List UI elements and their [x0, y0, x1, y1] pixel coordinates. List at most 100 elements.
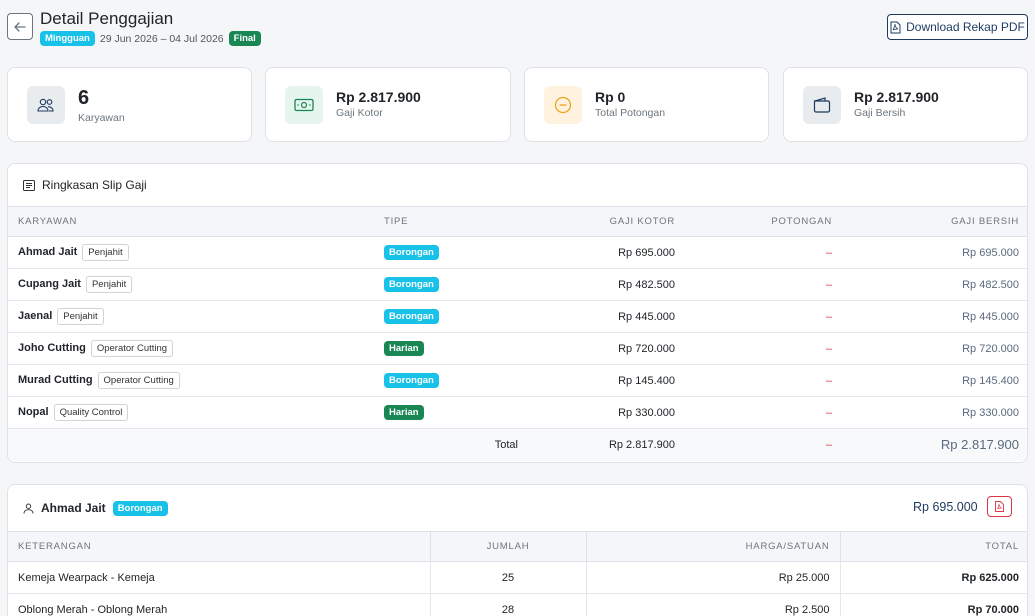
deduction-amount: –	[685, 364, 842, 397]
column-header: Jumlah	[429, 531, 586, 562]
net-amount: Rp 145.400	[842, 364, 1027, 397]
period-type-badge: Mingguan	[40, 31, 95, 46]
column-header: Total	[839, 531, 1027, 562]
item-total: Rp 625.000	[839, 561, 1027, 594]
column-header: Keterangan	[8, 531, 430, 562]
gross-amount: Rp 330.000	[528, 396, 685, 429]
type-badge: Borongan	[384, 245, 439, 260]
total-gross: Rp 2.817.900	[528, 428, 685, 461]
stat-card-net: Rp 2.817.900 Gaji Bersih	[783, 67, 1028, 142]
file-pdf-icon	[995, 501, 1004, 512]
period-range: 29 Jun 2026 – 04 Jul 2026	[99, 32, 224, 45]
stat-value: Rp 2.817.900	[854, 89, 939, 105]
gross-amount: Rp 145.400	[528, 364, 685, 397]
back-button[interactable]	[7, 13, 33, 40]
stat-card-employees: 6 Karyawan	[7, 67, 252, 142]
type-badge: Harian	[384, 405, 424, 420]
item-description: Oblong Merah - Oblong Merah	[8, 593, 430, 616]
employee-pdf-button[interactable]	[987, 496, 1012, 517]
detail-employee-name: Ahmad Jait	[41, 501, 106, 515]
summary-card-title: Ringkasan Slip Gaji	[42, 178, 147, 192]
net-amount: Rp 720.000	[842, 332, 1027, 365]
stat-label: Karyawan	[78, 112, 125, 124]
deduction-amount: –	[685, 236, 842, 269]
stat-value: 6	[78, 87, 90, 109]
deduction-amount: –	[685, 396, 842, 429]
arrow-left-icon	[14, 21, 26, 32]
item-quantity: 28	[429, 593, 586, 616]
person-icon	[23, 503, 34, 514]
download-pdf-label: Download Rekap PDF	[906, 20, 1025, 34]
table-row[interactable]: Joho Cutting Operator Cutting Harian Rp 7…	[8, 332, 1027, 365]
role-tag: Operator Cutting	[97, 372, 180, 389]
gross-amount: Rp 445.000	[528, 300, 685, 333]
net-amount: Rp 695.000	[842, 236, 1027, 269]
role-tag: Operator Cutting	[90, 340, 174, 357]
summary-card: Ringkasan Slip Gaji Karyawan Tipe Gaji K…	[7, 163, 1028, 463]
deduction-amount: –	[685, 300, 842, 333]
summary-card-header: Ringkasan Slip Gaji	[8, 164, 1027, 206]
period-info: Mingguan 29 Jun 2026 – 04 Jul 2026 Final	[40, 31, 261, 46]
summary-table-header: Karyawan Tipe Gaji Kotor Potongan Gaji B…	[8, 206, 1027, 237]
table-row[interactable]: Jaenal Penjahit Borongan Rp 445.000 – Rp …	[8, 300, 1027, 333]
type-badge: Borongan	[384, 277, 439, 292]
employee-name: Nopal	[18, 406, 49, 418]
table-row[interactable]: Cupang Jait Penjahit Borongan Rp 482.500 …	[8, 268, 1027, 301]
stat-value: Rp 0	[595, 89, 626, 105]
net-amount: Rp 482.500	[842, 268, 1027, 301]
item-price: Rp 25.000	[585, 561, 840, 594]
table-row[interactable]: Ahmad Jait Penjahit Borongan Rp 695.000 –…	[8, 236, 1027, 269]
detail-card-header: Ahmad Jait Borongan	[8, 485, 1027, 531]
column-header: Harga/Satuan	[585, 531, 840, 562]
list-icon	[23, 179, 35, 191]
role-tag: Quality Control	[53, 404, 129, 421]
file-pdf-icon	[890, 21, 901, 33]
column-header: Karyawan	[8, 206, 374, 237]
table-row[interactable]: Nopal Quality Control Harian Rp 330.000 –…	[8, 396, 1027, 429]
stat-card-gross: Rp 2.817.900 Gaji Kotor	[265, 67, 511, 142]
stat-value: Rp 2.817.900	[336, 89, 421, 105]
deduction-amount: –	[685, 268, 842, 301]
total-deduction: –	[685, 428, 842, 461]
column-header: Potongan	[685, 206, 842, 237]
page-title: Detail Penggajian	[40, 9, 174, 28]
net-amount: Rp 330.000	[842, 396, 1027, 429]
item-total: Rp 70.000	[839, 593, 1027, 616]
stat-label: Total Potongan	[595, 107, 666, 119]
column-header: Gaji Kotor	[528, 206, 685, 237]
column-header: Gaji Bersih	[842, 206, 1027, 237]
item-price: Rp 2.500	[585, 593, 840, 616]
stat-label: Gaji Bersih	[854, 107, 906, 119]
deduction-amount: –	[685, 332, 842, 365]
employee-name: Joho Cutting	[18, 342, 86, 354]
employee-name: Ahmad Jait	[18, 246, 78, 258]
table-row[interactable]: Murad Cutting Operator Cutting Borongan R…	[8, 364, 1027, 397]
role-tag: Penjahit	[85, 276, 133, 293]
role-tag: Penjahit	[82, 244, 129, 261]
table-row: Oblong Merah - Oblong Merah 28 Rp 2.500 …	[8, 593, 1027, 616]
table-row: Kemeja Wearpack - Kemeja 25 Rp 25.000 Rp…	[8, 561, 1027, 594]
minus-circle-icon	[544, 86, 582, 124]
item-description: Kemeja Wearpack - Kemeja	[8, 561, 430, 594]
detail-type-badge: Borongan	[112, 500, 168, 516]
status-badge: Final	[228, 31, 261, 46]
detail-table: Keterangan Jumlah Harga/Satuan Total Kem…	[8, 531, 1027, 616]
type-badge: Harian	[384, 341, 424, 356]
detail-amount: Rp 695.000	[913, 500, 978, 514]
column-header: Tipe	[374, 206, 528, 237]
summary-table: Karyawan Tipe Gaji Kotor Potongan Gaji B…	[8, 206, 1027, 461]
employee-name: Murad Cutting	[18, 374, 93, 386]
total-row: Total Rp 2.817.900 – Rp 2.817.900	[8, 428, 1027, 461]
people-icon	[27, 86, 65, 124]
employee-detail-card: Ahmad Jait Borongan Rp 695.000 Keteranga…	[7, 484, 1028, 616]
stat-label: Gaji Kotor	[336, 107, 383, 119]
detail-table-header: Keterangan Jumlah Harga/Satuan Total	[8, 531, 1027, 562]
gross-amount: Rp 482.500	[528, 268, 685, 301]
net-amount: Rp 445.000	[842, 300, 1027, 333]
employee-name: Jaenal	[18, 310, 53, 322]
role-tag: Penjahit	[57, 308, 104, 325]
gross-amount: Rp 695.000	[528, 236, 685, 269]
stat-card-deduction: Rp 0 Total Potongan	[524, 67, 769, 142]
employee-name: Cupang Jait	[18, 278, 81, 290]
download-pdf-button[interactable]: Download Rekap PDF	[887, 14, 1028, 40]
